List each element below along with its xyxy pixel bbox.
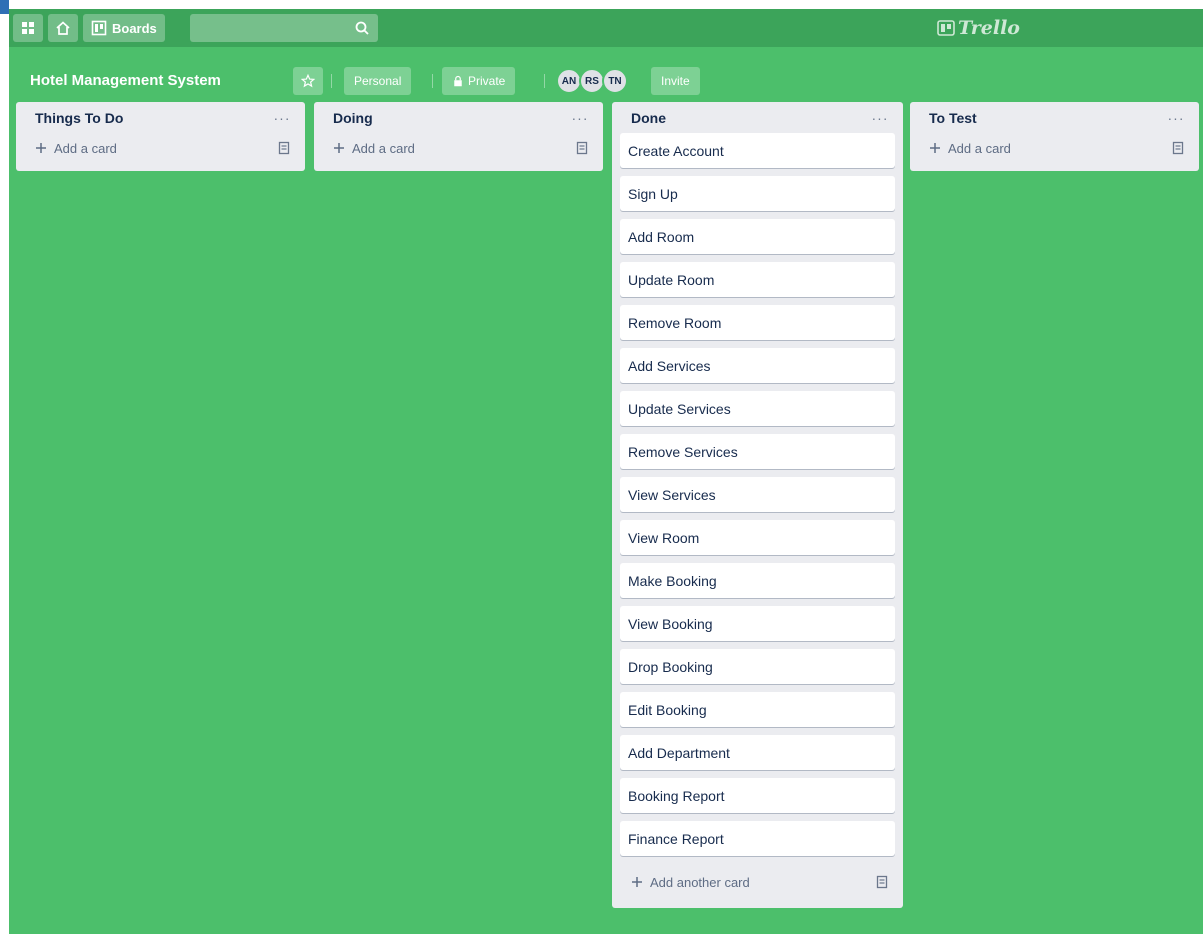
plus-icon [930,143,940,153]
list-title[interactable]: Doing [324,110,373,126]
template-icon[interactable] [875,875,889,889]
logo-text: Trello [958,17,1020,39]
add-card-label: Add a card [948,140,1011,156]
header-divider [331,74,332,88]
card[interactable]: Edit Booking [620,692,895,727]
plus-icon [334,143,344,153]
plus-icon [36,143,46,153]
card[interactable]: Create Account [620,133,895,168]
card[interactable]: View Room [620,520,895,555]
invite-label: Invite [661,74,690,88]
star-button[interactable] [293,67,323,95]
lock-icon [454,75,462,87]
add-card-button[interactable]: Add a card [24,133,297,163]
list-header: Done ··· [620,102,895,133]
visibility-label: Private [468,74,506,88]
card[interactable]: Add Department [620,735,895,770]
more-horizontal-icon[interactable]: ··· [1163,110,1189,126]
card[interactable]: Sign Up [620,176,895,211]
card[interactable]: Remove Services [620,434,895,469]
card[interactable]: Finance Report [620,821,895,856]
add-card-button[interactable]: Add another card [620,864,895,900]
grid-icon [22,22,34,34]
home-button[interactable] [48,14,78,42]
card[interactable]: Drop Booking [620,649,895,684]
list-header: To Test ··· [918,102,1191,133]
avatar[interactable]: TN [602,68,628,94]
home-icon [56,21,70,35]
plus-icon [632,877,642,887]
card[interactable]: Update Room [620,262,895,297]
card[interactable]: Update Services [620,391,895,426]
add-card-label: Add a card [54,140,117,156]
trello-logo-icon [937,20,955,36]
list-title[interactable]: Done [622,110,666,126]
add-card-label: Add a card [352,140,415,156]
apps-button[interactable] [13,14,43,42]
corner-marker [0,0,9,14]
board-canvas: Boards Trello Hotel Management System Pe… [9,9,1203,934]
card[interactable]: Add Services [620,348,895,383]
more-horizontal-icon[interactable]: ··· [867,110,893,126]
list-title[interactable]: To Test [920,110,977,126]
star-icon [301,74,315,88]
list-title[interactable]: Things To Do [26,110,123,126]
search-input[interactable] [190,14,378,42]
visibility-button[interactable]: Private [442,67,516,95]
template-icon[interactable] [1171,141,1185,155]
invite-button[interactable]: Invite [651,67,700,95]
card[interactable]: Make Booking [620,563,895,598]
boards-label: Boards [112,20,157,36]
more-horizontal-icon[interactable]: ··· [567,110,593,126]
list-header: Things To Do ··· [24,102,297,133]
boards-button[interactable]: Boards [83,14,165,42]
add-card-button[interactable]: Add a card [322,133,595,163]
card[interactable]: Booking Report [620,778,895,813]
card[interactable]: Remove Room [620,305,895,340]
card[interactable]: View Services [620,477,895,512]
board-title[interactable]: Hotel Management System [24,67,227,95]
trello-logo[interactable]: Trello [937,17,1020,39]
template-icon[interactable] [575,141,589,155]
header-divider [432,74,433,88]
list-header: Doing ··· [322,102,595,133]
header-divider [544,74,545,88]
list-doing: Doing ··· Add a card [314,102,603,171]
boards-icon [91,20,107,36]
team-label: Personal [354,74,402,88]
add-card-label: Add another card [650,874,750,890]
card[interactable]: View Booking [620,606,895,641]
search-icon[interactable] [354,20,370,36]
more-horizontal-icon[interactable]: ··· [269,110,295,126]
team-button[interactable]: Personal [344,67,412,95]
card[interactable]: Add Room [620,219,895,254]
add-card-button[interactable]: Add a card [918,133,1191,163]
list-done: Done ··· Create Account Sign Up Add Room… [612,102,903,908]
list-to-test: To Test ··· Add a card [910,102,1199,171]
list-things-to-do: Things To Do ··· Add a card [16,102,305,171]
template-icon[interactable] [277,141,291,155]
app-header: Boards Trello [9,9,1203,47]
